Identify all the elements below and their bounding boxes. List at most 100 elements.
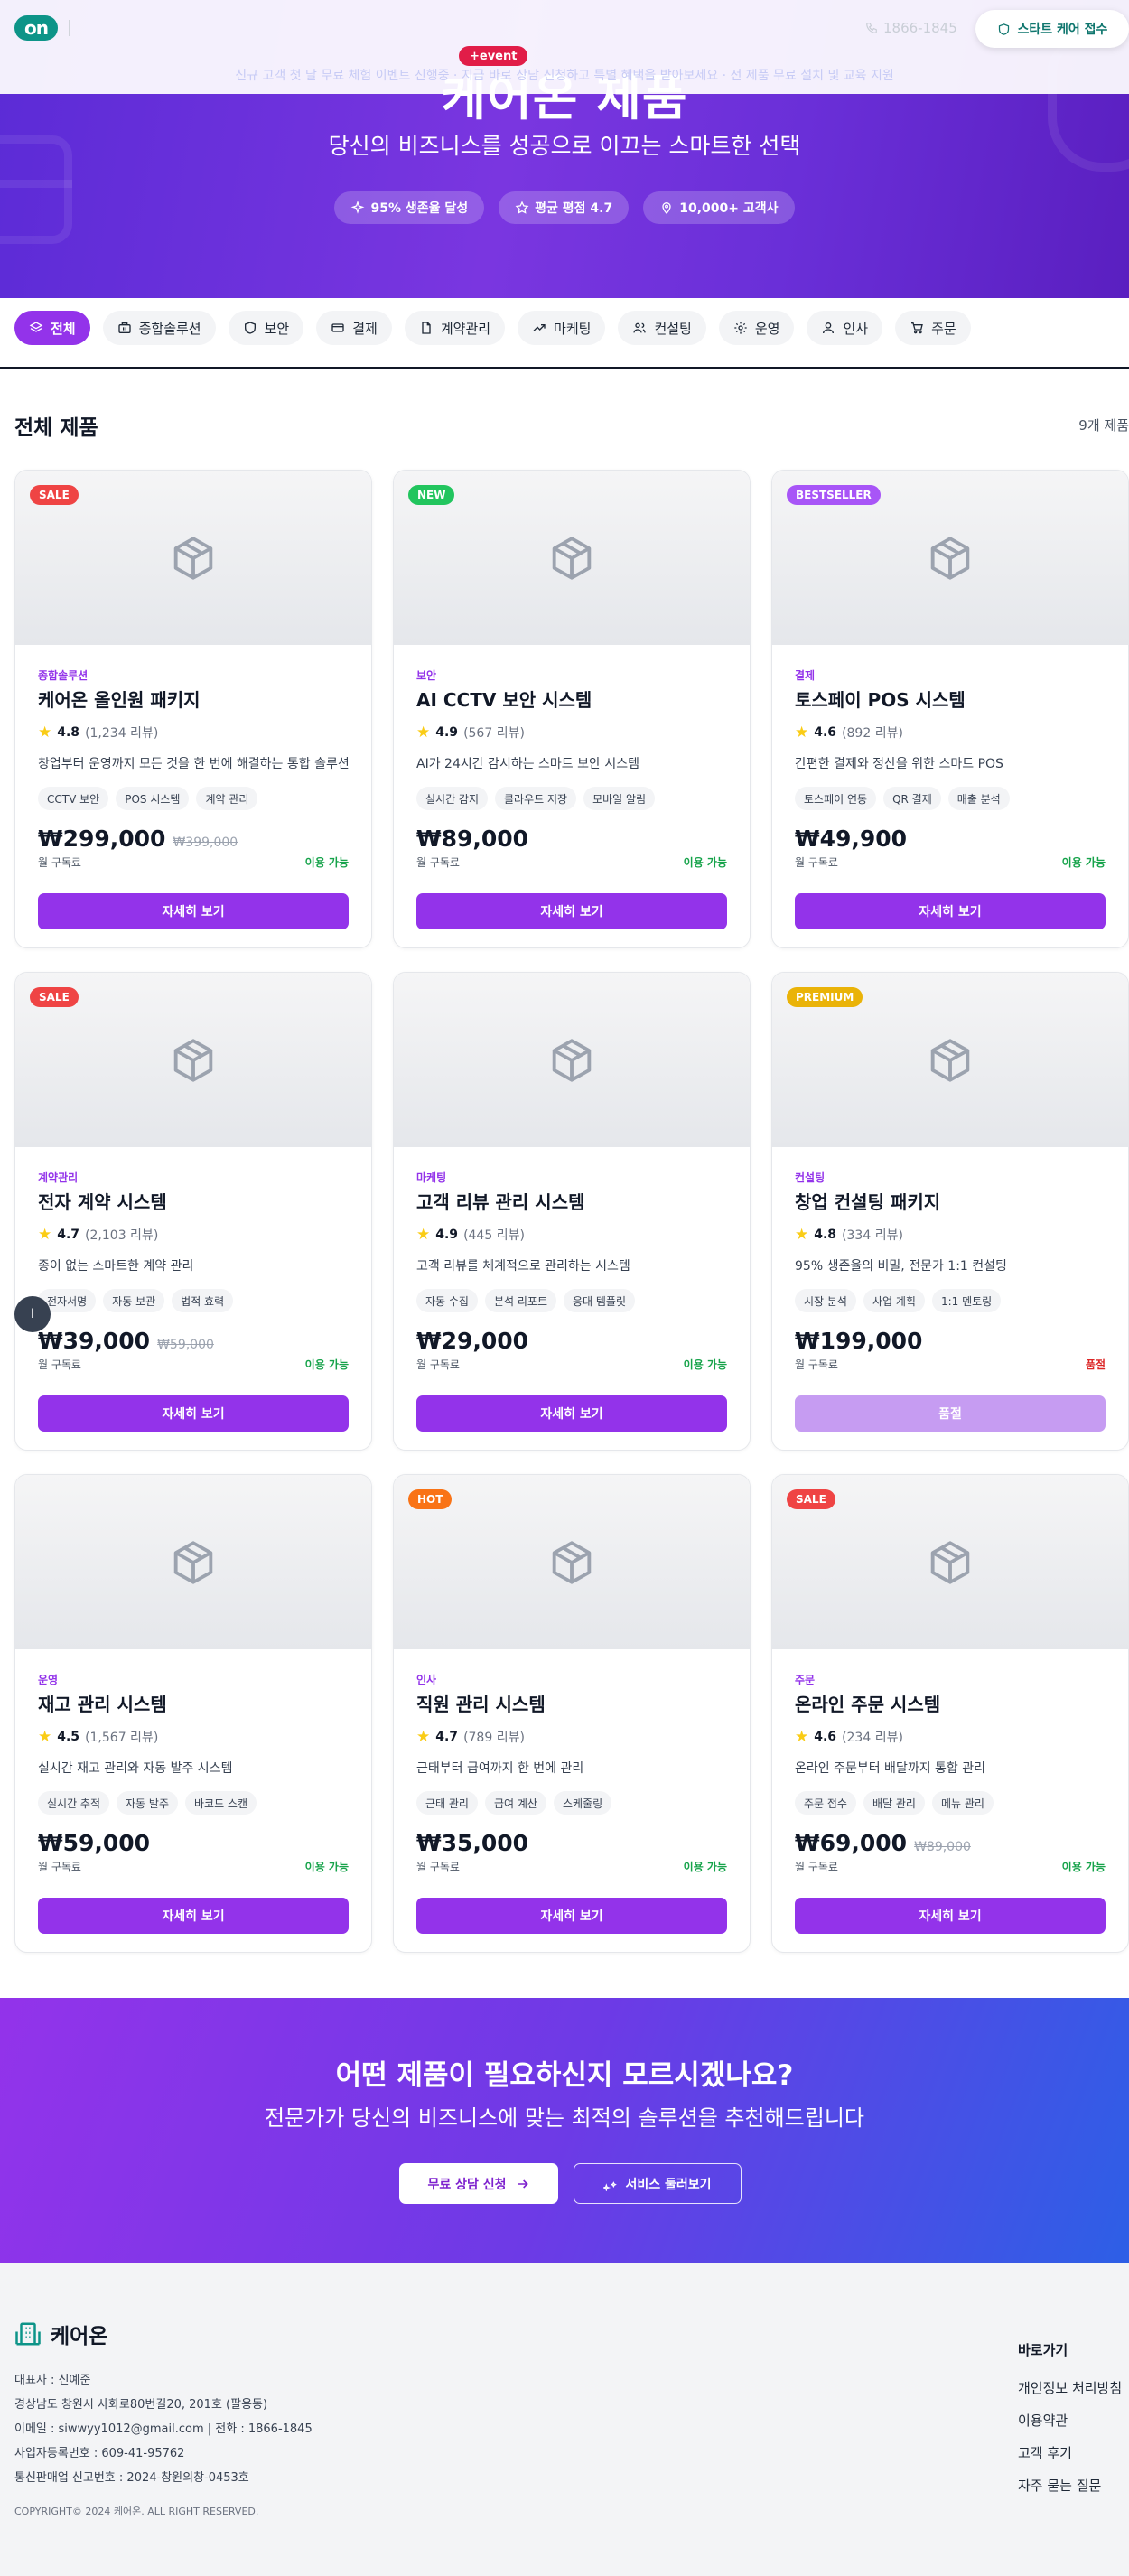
product-card[interactable]: 운영 재고 관리 시스템 ★ 4.5 (1,567 리뷰) 실시간 재고 관리와…	[14, 1474, 372, 1953]
footer-business-number: 사업자등록번호 : 609-41-95762	[14, 2447, 185, 2460]
product-title[interactable]: AI CCTV 보안 시스템	[416, 686, 592, 712]
cart-icon	[911, 322, 923, 334]
grid-icon	[29, 322, 43, 332]
category-security[interactable]: 보안	[228, 311, 304, 345]
star-icon: ★	[416, 1728, 431, 1746]
product-title[interactable]: 재고 관리 시스템	[38, 1690, 167, 1716]
footer-copyright: COPYRIGHT© 2024 케어온. ALL RIGHT RESERVED.	[14, 2506, 259, 2517]
current-price: ₩49,900	[795, 826, 908, 852]
original-price: ₩59,000	[157, 1338, 214, 1352]
star-icon: ★	[795, 1728, 809, 1746]
category-solution[interactable]: 종합솔루션	[102, 311, 216, 345]
category-payment[interactable]: 결제	[316, 311, 392, 345]
footer-brand[interactable]: 케어온	[14, 2319, 107, 2349]
phone-icon	[866, 23, 877, 33]
feature-tags: 토스페이 연동 QR 결제 매출 분석	[795, 787, 1010, 810]
category-marketing[interactable]: 마케팅	[518, 311, 606, 345]
feature-tag: 모바일 알림	[583, 787, 656, 810]
product-title[interactable]: 창업 컨설팅 패키지	[795, 1188, 940, 1214]
site-logo[interactable]: on	[14, 15, 58, 41]
original-price: ₩89,000	[914, 1840, 971, 1854]
view-details-button[interactable]: 자세히 보기	[416, 1395, 727, 1432]
product-card[interactable]: BESTSELLER 결제 토스페이 POS 시스템 ★ 4.6 (892 리뷰…	[771, 470, 1129, 948]
link-privacy-policy[interactable]: 개인정보 처리방침	[1018, 2378, 1122, 2397]
product-card[interactable]: 마케팅 고객 리뷰 관리 시스템 ★ 4.9 (445 리뷰) 고객 리뷰를 체…	[393, 972, 751, 1451]
browse-services-button[interactable]: 서비스 둘러보기	[574, 2163, 742, 2204]
original-price: ₩399,000	[173, 835, 238, 850]
feature-tag: 클라우드 저장	[495, 787, 577, 810]
rating-value: 4.8	[57, 725, 80, 740]
start-care-button[interactable]: 스타트 케어 접수	[975, 10, 1129, 48]
feature-tag: 토스페이 연동	[795, 787, 877, 810]
category-all[interactable]: 전체	[14, 311, 90, 345]
box-icon	[173, 536, 213, 580]
product-title[interactable]: 케어온 올인원 패키지	[38, 686, 201, 712]
product-price: ₩35,000	[416, 1830, 528, 1856]
category-label: 계약관리	[440, 320, 491, 337]
product-badge: SALE	[30, 987, 79, 1007]
event-badge[interactable]: +event	[459, 46, 528, 66]
free-consult-button[interactable]: 무료 상담 신청	[399, 2163, 558, 2204]
link-faq[interactable]: 자주 묻는 질문	[1018, 2476, 1101, 2495]
category-consulting[interactable]: 컨설팅	[618, 311, 706, 345]
header-phone[interactable]: 1866-1845	[865, 20, 957, 36]
category-order[interactable]: 주문	[895, 311, 971, 345]
product-category: 결제	[795, 669, 816, 682]
stat-badge-label: 평균 평점 4.7	[535, 201, 613, 216]
view-details-button[interactable]: 자세히 보기	[795, 893, 1106, 929]
view-details-button[interactable]: 자세히 보기	[38, 893, 349, 929]
product-price: ₩29,000	[416, 1328, 528, 1354]
review-count: (567 리뷰)	[463, 726, 525, 741]
floating-chat-button[interactable]: I	[14, 1296, 51, 1332]
product-card[interactable]: SALE 종합솔루션 케어온 올인원 패키지 ★ 4.8 (1,234 리뷰) …	[14, 470, 372, 948]
review-count: (789 리뷰)	[463, 1731, 525, 1745]
link-terms[interactable]: 이용약관	[1018, 2411, 1068, 2430]
product-title[interactable]: 토스페이 POS 시스템	[795, 686, 966, 712]
product-card[interactable]: SALE 계약관리 전자 계약 시스템 ★ 4.7 (2,103 리뷰) 종이 …	[14, 972, 372, 1451]
feature-tag: 법적 효력	[172, 1289, 234, 1312]
sparkle-icon	[351, 201, 365, 214]
rating-value: 4.9	[435, 1227, 459, 1242]
view-details-button[interactable]: 자세히 보기	[795, 1898, 1106, 1934]
product-category: 보안	[416, 669, 437, 682]
product-title[interactable]: 직원 관리 시스템	[416, 1690, 546, 1716]
product-title[interactable]: 전자 계약 시스템	[38, 1188, 167, 1214]
product-card[interactable]: SALE 주문 온라인 주문 시스템 ★ 4.6 (234 리뷰) 온라인 주문…	[771, 1474, 1129, 1953]
view-details-button[interactable]: 자세히 보기	[38, 1395, 349, 1432]
star-outline-icon	[515, 201, 529, 214]
price-period: 월 구독료	[795, 1861, 838, 1873]
product-price: ₩49,900	[795, 826, 907, 852]
product-title[interactable]: 온라인 주문 시스템	[795, 1690, 940, 1716]
feature-tag: CCTV 보안	[38, 787, 109, 810]
availability-status: 이용 가능	[304, 1861, 349, 1873]
product-card[interactable]: NEW 보안 AI CCTV 보안 시스템 ★ 4.9 (567 리뷰) AI가…	[393, 470, 751, 948]
footer-ecommerce-number: 통신판매업 신고번호 : 2024-창원의창-0453호	[14, 2471, 249, 2485]
product-description: 종이 없는 스마트한 계약 관리	[38, 1259, 194, 1274]
box-icon	[930, 536, 970, 580]
category-contract[interactable]: 계약관리	[404, 311, 506, 345]
view-details-button[interactable]: 자세히 보기	[416, 1898, 727, 1934]
feature-tag: 매출 분석	[947, 787, 1010, 810]
view-details-button[interactable]: 자세히 보기	[38, 1898, 349, 1934]
category-filter: 전체 종합솔루션 보안 결제 계약관리 마케팅 컨설팅 운영 인사 주문	[14, 311, 971, 345]
product-description: 창업부터 운영까지 모든 것을 한 번에 해결하는 통합 솔루션	[38, 757, 350, 771]
feature-tag: 1:1 멘토링	[931, 1289, 1002, 1312]
product-rating: ★ 4.8 (1,234 리뷰)	[38, 723, 158, 742]
current-price: ₩29,000	[416, 1328, 529, 1354]
product-card[interactable]: HOT 인사 직원 관리 시스템 ★ 4.7 (789 리뷰) 근태부터 급여까…	[393, 1474, 751, 1953]
category-hr[interactable]: 인사	[807, 311, 883, 345]
sold-out-button[interactable]: 품절	[795, 1395, 1106, 1432]
product-rating: ★ 4.8 (334 리뷰)	[795, 1226, 903, 1244]
feature-tag: 주문 접수	[795, 1791, 856, 1815]
category-operation[interactable]: 운영	[718, 311, 795, 345]
price-period: 월 구독료	[795, 1358, 838, 1371]
category-label: 마케팅	[554, 320, 592, 337]
stat-badge-label: 95% 생존율 달성	[370, 201, 469, 216]
view-details-button[interactable]: 자세히 보기	[416, 893, 727, 929]
product-card[interactable]: PREMIUM 컨설팅 창업 컨설팅 패키지 ★ 4.8 (334 리뷰) 95…	[771, 972, 1129, 1451]
product-title[interactable]: 고객 리뷰 관리 시스템	[416, 1188, 585, 1214]
review-count: (1,567 리뷰)	[85, 1731, 159, 1745]
link-reviews[interactable]: 고객 후기	[1018, 2443, 1072, 2462]
product-description: 근태부터 급여까지 한 번에 관리	[416, 1761, 584, 1776]
product-price: ₩299,000 ₩399,000	[38, 826, 238, 852]
